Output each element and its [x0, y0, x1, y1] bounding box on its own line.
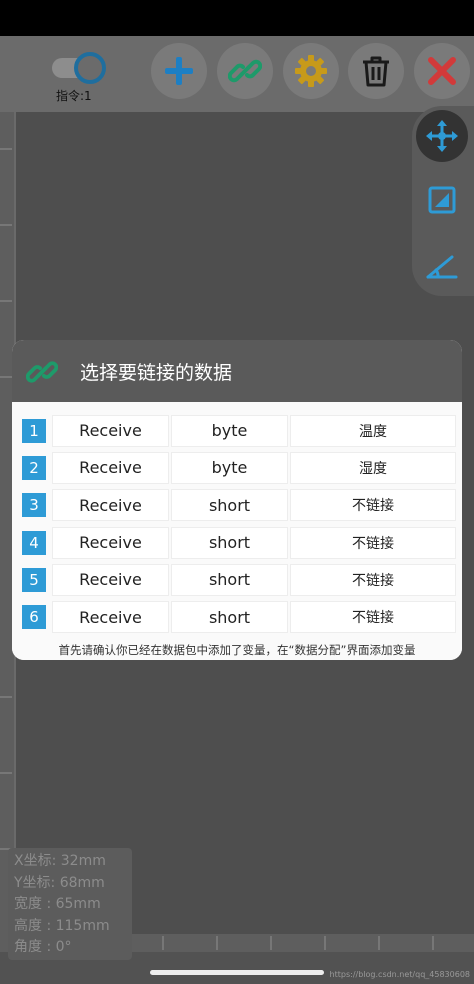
- link-target-cell[interactable]: 湿度: [290, 451, 456, 484]
- table-row[interactable]: 6 Receive short 不链接: [22, 598, 456, 635]
- row-index: 3: [22, 493, 46, 518]
- plus-icon: [165, 57, 193, 85]
- link-target-cell[interactable]: 不链接: [290, 489, 456, 522]
- direction-cell: Receive: [52, 414, 169, 447]
- link-button[interactable]: [217, 43, 273, 99]
- link-icon: [26, 361, 58, 383]
- type-cell: short: [171, 526, 288, 559]
- close-icon: [428, 57, 456, 85]
- type-cell: byte: [171, 451, 288, 484]
- side-tool-panel: [412, 106, 474, 296]
- instruction-label: 指令:1: [56, 89, 92, 103]
- direction-cell: Receive: [52, 451, 169, 484]
- height-value: 高度 : 115mm: [14, 917, 110, 934]
- dialog-title: 选择要链接的数据: [80, 362, 233, 384]
- y-coordinate: Y坐标: 68mm: [14, 874, 105, 891]
- row-index: 4: [22, 530, 46, 555]
- type-cell: short: [171, 563, 288, 596]
- type-cell: short: [171, 489, 288, 522]
- direction-cell: Receive: [52, 526, 169, 559]
- dialog-header: 选择要链接的数据: [12, 340, 462, 402]
- rotate-tool-button[interactable]: [416, 240, 468, 292]
- link-data-dialog: 选择要链接的数据 1 Receive byte 温度 2 Receive byt…: [12, 340, 462, 660]
- width-value: 宽度 : 65mm: [14, 896, 101, 912]
- link-target-cell[interactable]: 不链接: [290, 601, 456, 634]
- dialog-hint: 首先请确认你已经在数据包中添加了变量，在“数据分配”界面添加变量: [58, 643, 416, 657]
- trash-icon: [363, 56, 389, 87]
- row-index: 6: [22, 605, 46, 630]
- ruler-tick: [0, 300, 12, 302]
- delete-button[interactable]: [348, 43, 404, 99]
- toolbar: 指令:1: [0, 36, 474, 112]
- ruler-tick: [270, 936, 272, 950]
- gear-icon: [295, 55, 327, 87]
- table-row[interactable]: 3 Receive short 不链接: [22, 487, 456, 524]
- resize-icon: [428, 186, 456, 214]
- row-index: 1: [22, 418, 46, 443]
- table-row[interactable]: 2 Receive byte 湿度: [22, 449, 456, 486]
- ruler-tick: [0, 772, 12, 774]
- table-row[interactable]: 5 Receive short 不链接: [22, 561, 456, 598]
- close-button[interactable]: [414, 43, 470, 99]
- settings-button[interactable]: [283, 43, 339, 99]
- move-icon: [426, 120, 458, 152]
- watermark: https://blog.csdn.net/qq_45830608: [329, 970, 470, 979]
- ruler-tick: [0, 376, 12, 378]
- row-index: 5: [22, 567, 46, 592]
- table-row[interactable]: 1 Receive byte 温度: [22, 412, 456, 449]
- direction-cell: Receive: [52, 601, 169, 634]
- type-cell: byte: [171, 414, 288, 447]
- row-index: 2: [22, 455, 46, 480]
- home-indicator[interactable]: [150, 970, 324, 975]
- ruler-tick: [378, 936, 380, 950]
- link-target-cell[interactable]: 不链接: [290, 526, 456, 559]
- ruler-tick: [216, 936, 218, 950]
- link-target-cell[interactable]: 温度: [290, 414, 456, 447]
- link-icon: [228, 59, 262, 83]
- angle-icon: [426, 255, 458, 279]
- x-coordinate: X坐标: 32mm: [14, 853, 106, 869]
- ruler-tick: [0, 696, 12, 698]
- link-target-cell[interactable]: 不链接: [290, 563, 456, 596]
- ruler-tick: [324, 936, 326, 950]
- status-bar: [0, 0, 474, 36]
- instruction-toggle[interactable]: 指令:1: [52, 50, 108, 110]
- ruler-tick: [0, 148, 12, 150]
- table-row[interactable]: 4 Receive short 不链接: [22, 524, 456, 561]
- ruler-tick: [162, 936, 164, 950]
- ruler-tick: [0, 224, 12, 226]
- add-button[interactable]: [151, 43, 207, 99]
- toggle-knob: [74, 52, 106, 84]
- direction-cell: Receive: [52, 563, 169, 596]
- direction-cell: Receive: [52, 489, 169, 522]
- dialog-body: 1 Receive byte 温度 2 Receive byte 湿度 3 Re…: [12, 402, 462, 660]
- angle-value: 角度 : 0°: [14, 939, 72, 955]
- type-cell: short: [171, 601, 288, 634]
- resize-tool-button[interactable]: [416, 174, 468, 226]
- move-tool-button[interactable]: [416, 110, 468, 162]
- ruler-tick: [432, 936, 434, 950]
- position-info-box: X坐标: 32mm Y坐标: 68mm 宽度 : 65mm 高度 : 115mm…: [8, 848, 132, 960]
- data-link-table: 1 Receive byte 温度 2 Receive byte 湿度 3 Re…: [22, 412, 456, 636]
